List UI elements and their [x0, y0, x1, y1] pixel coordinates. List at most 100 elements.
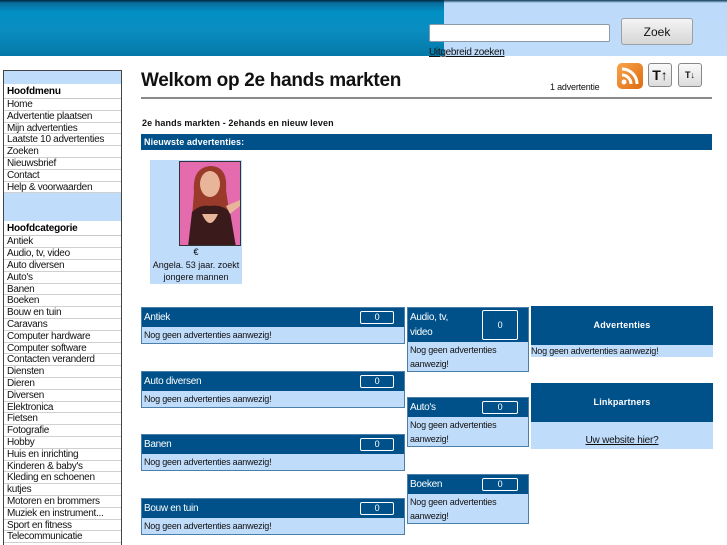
category-box-header: Antiek 0 — [142, 308, 404, 327]
featured-ad-title[interactable]: Angela. 53 jaar. zoekt jongere mannen — [150, 259, 242, 283]
featured-ad-price: € — [193, 247, 199, 257]
category-item[interactable]: Antiek — [4, 236, 121, 249]
category-item[interactable]: Telecommunicatie — [4, 531, 121, 544]
category-item[interactable]: Dieren — [4, 378, 121, 390]
rss-feed-icon[interactable] — [617, 63, 643, 89]
category-box-title[interactable]: Banen — [142, 439, 172, 450]
category-item[interactable]: kutjes — [4, 484, 121, 496]
ad-count: 1 advertentie — [550, 82, 600, 92]
category-item[interactable]: Diensten — [4, 366, 121, 378]
search-button[interactable]: Zoek — [621, 18, 693, 45]
advanced-search-link[interactable]: Uitgebreid zoeken — [429, 47, 505, 58]
menu-item-latest-10[interactable]: Laatste 10 advertenties — [4, 134, 121, 147]
category-item[interactable]: Auto diversen — [4, 260, 121, 272]
category-box-empty-text: Nog geen advertenties aanwezig! — [144, 521, 272, 531]
category-box-title[interactable]: Boeken — [408, 479, 442, 490]
sidebar-spacer — [4, 71, 121, 84]
category-item[interactable]: Auto's — [4, 272, 121, 284]
site-subtitle: 2e hands markten - 2ehands en nieuw leve… — [142, 118, 334, 128]
decrease-text-size-button[interactable]: T↓ — [678, 63, 702, 87]
category-item[interactable]: Bouw en tuin — [4, 307, 121, 319]
category-box-header: Audio, tv, video 0 — [408, 308, 528, 342]
menu-item-my-ads[interactable]: Mijn advertenties — [4, 123, 121, 135]
category-item[interactable]: Computer hardware — [4, 331, 121, 343]
advertenties-box-title: Advertenties — [531, 306, 713, 345]
sidebar-spacer — [4, 193, 121, 222]
category-box-header: Boeken 0 — [408, 475, 528, 494]
category-box-boeken: Boeken 0 Nog geen advertenties aanwezig! — [407, 474, 529, 524]
category-box-audio-tv-video: Audio, tv, video 0 Nog geen advertenties… — [407, 307, 529, 372]
featured-ad-photo[interactable] — [179, 161, 241, 246]
linkpartners-box-body: Uw website hier? — [531, 422, 713, 449]
search-input[interactable] — [429, 24, 610, 42]
advertenties-box: Advertenties Nog geen advertenties aanwe… — [531, 306, 713, 357]
menu-item-help[interactable]: Help & voorwaarden — [4, 182, 121, 194]
category-box-empty-text: Nog geen advertenties aanwezig! — [410, 345, 497, 369]
category-item[interactable]: Fietsen — [4, 413, 121, 426]
category-box-empty-text: Nog geen advertenties aanwezig! — [410, 420, 497, 444]
menu-item-place-ad[interactable]: Advertentie plaatsen — [4, 111, 121, 123]
category-box-title[interactable]: Bouw en tuin — [142, 503, 199, 514]
category-item[interactable]: Elektronica — [4, 402, 121, 414]
menu-item-contact[interactable]: Contact — [4, 170, 121, 182]
category-count-badge: 0 — [360, 438, 394, 451]
category-item[interactable]: Muziek en instrument... — [4, 508, 121, 520]
categories-title: Hoofdcategorie — [4, 221, 121, 237]
category-box-header: Auto's 0 — [408, 398, 528, 417]
menu-item-search[interactable]: Zoeken — [4, 146, 121, 158]
category-count-badge: 0 — [482, 310, 518, 340]
linkpartners-box: Linkpartners Uw website hier? — [531, 383, 713, 449]
linkpartners-box-title: Linkpartners — [531, 383, 713, 422]
category-item[interactable]: Audio, tv, video — [4, 248, 121, 260]
your-website-here-link[interactable]: Uw website hier? — [586, 435, 659, 446]
category-box-header: Banen 0 — [142, 435, 404, 454]
menu-item-newsletter[interactable]: Nieuwsbrief — [4, 158, 121, 170]
category-item[interactable]: Fotografie — [4, 425, 121, 437]
category-item[interactable]: Motoren en brommers — [4, 496, 121, 508]
category-item[interactable]: Sport en fitness — [4, 520, 121, 532]
increase-text-size-button[interactable]: T↑ — [648, 63, 672, 87]
category-count-badge: 0 — [360, 375, 394, 388]
category-item[interactable]: Kinderen & baby's — [4, 461, 121, 473]
category-box-header: Auto diversen 0 — [142, 372, 404, 391]
category-count-badge: 0 — [482, 401, 518, 414]
category-item[interactable]: Huis en inrichting — [4, 449, 121, 461]
featured-ad[interactable]: € Angela. 53 jaar. zoekt jongere mannen — [150, 160, 242, 284]
category-box-autos: Auto's 0 Nog geen advertenties aanwezig! — [407, 397, 529, 447]
category-box-header: Bouw en tuin 0 — [142, 499, 404, 518]
category-item[interactable]: Diversen — [4, 390, 121, 402]
category-count-badge: 0 — [482, 478, 518, 491]
header-banner — [0, 0, 444, 56]
sidebar: Hoofdmenu Home Advertentie plaatsen Mijn… — [3, 70, 122, 545]
menu-item-home[interactable]: Home — [4, 99, 121, 111]
category-box-title[interactable]: Auto diversen — [142, 376, 202, 387]
main-menu-title: Hoofdmenu — [4, 84, 121, 99]
category-box-empty-text: Nog geen advertenties aanwezig! — [410, 497, 497, 521]
category-item[interactable]: Contacten veranderd — [4, 354, 121, 367]
category-count-badge: 0 — [360, 502, 394, 515]
category-box-banen: Banen 0 Nog geen advertenties aanwezig! — [141, 434, 405, 471]
category-item[interactable]: Boeken — [4, 295, 121, 308]
category-box-bouw-en-tuin: Bouw en tuin 0 Nog geen advertenties aan… — [141, 498, 405, 535]
category-box-title[interactable]: Antiek — [142, 312, 170, 323]
newest-ads-header: Nieuwste advertenties: — [141, 134, 712, 150]
rss-glyph-icon — [621, 67, 639, 85]
category-count-badge: 0 — [360, 311, 394, 324]
category-box-title[interactable]: Auto's — [408, 402, 436, 413]
category-item[interactable]: Kleding en schoenen — [4, 472, 121, 485]
category-item[interactable]: Banen — [4, 284, 121, 296]
person-photo-icon — [180, 162, 240, 245]
category-box-empty-text: Nog geen advertenties aanwezig! — [144, 394, 272, 404]
category-item[interactable]: Caravans — [4, 319, 121, 331]
category-box-auto-diversen: Auto diversen 0 Nog geen advertenties aa… — [141, 371, 405, 408]
category-box-empty-text: Nog geen advertenties aanwezig! — [144, 457, 272, 467]
category-item[interactable]: Computer software — [4, 343, 121, 355]
title-divider — [141, 97, 712, 99]
page-title: Welkom op 2e hands markten — [141, 70, 402, 91]
site-header — [0, 0, 727, 56]
advertenties-box-text: Nog geen advertenties aanwezig! — [531, 345, 713, 357]
category-box-empty-text: Nog geen advertenties aanwezig! — [144, 330, 272, 340]
category-item[interactable]: Hobby — [4, 437, 121, 449]
category-box-title[interactable]: Audio, tv, video — [408, 310, 468, 340]
category-box-antiek: Antiek 0 Nog geen advertenties aanwezig! — [141, 307, 405, 344]
